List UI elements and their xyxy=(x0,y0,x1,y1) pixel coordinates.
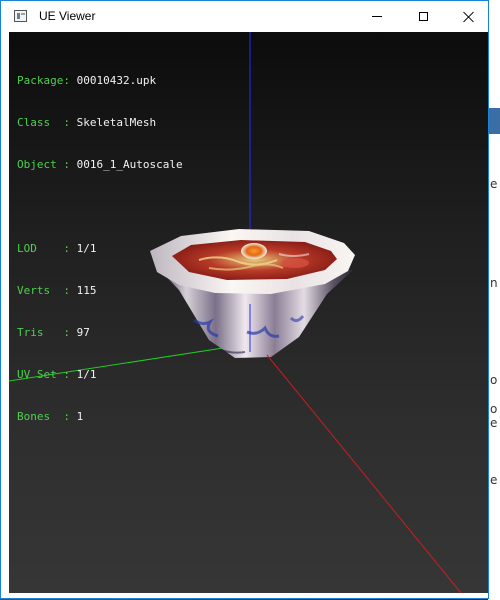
3d-viewport[interactable]: Package: 00010432.upk Class : SkeletalMe… xyxy=(9,32,488,593)
maximize-icon xyxy=(418,12,428,21)
close-button[interactable] xyxy=(446,1,492,32)
minimize-button[interactable] xyxy=(354,1,400,32)
background-text: e xyxy=(490,416,498,430)
info-value: 00010432.upk xyxy=(76,74,157,87)
info-value: 1/1 xyxy=(76,242,97,255)
background-text: n xyxy=(490,276,498,290)
info-label: Bones : xyxy=(17,410,70,423)
background-text: e xyxy=(490,177,498,191)
info-label: Package: xyxy=(17,74,70,87)
window-title: UE Viewer xyxy=(39,9,96,23)
close-icon xyxy=(463,11,475,23)
info-row-uvset: UV Set : 1/1 xyxy=(17,368,183,382)
maximize-button[interactable] xyxy=(400,1,446,32)
info-row-tris: Tris : 97 xyxy=(17,326,183,340)
info-label: LOD : xyxy=(17,242,70,255)
info-label: Tris : xyxy=(17,326,70,339)
x-axis-line xyxy=(266,354,462,593)
info-value: 115 xyxy=(76,284,97,297)
minimize-icon xyxy=(372,16,382,17)
info-value: 0016_1_Autoscale xyxy=(76,158,183,171)
info-value: SkeletalMesh xyxy=(76,116,157,129)
info-row-bones: Bones : 1 xyxy=(17,410,183,424)
info-row-package: Package: 00010432.upk xyxy=(17,74,183,88)
background-text: o xyxy=(490,402,498,416)
info-value: 1 xyxy=(76,410,84,423)
info-label: UV Set : xyxy=(17,368,70,381)
mesh-info-overlay: Package: 00010432.upk Class : SkeletalMe… xyxy=(17,46,183,452)
info-label: Verts : xyxy=(17,284,70,297)
ue-viewer-window: UE Viewer Package: 00010432.upk Class: … xyxy=(0,0,489,599)
info-value: 1/1 xyxy=(76,368,97,381)
info-row-verts: Verts : 115 xyxy=(17,284,183,298)
info-row-object: Object : 0016_1_Autoscale xyxy=(17,158,183,172)
info-label: Class : xyxy=(17,116,70,129)
background-text: o xyxy=(490,373,498,387)
egg-topping xyxy=(241,243,267,259)
background-window-selection xyxy=(488,108,500,134)
background-window xyxy=(488,0,500,600)
background-text: e xyxy=(490,473,498,487)
info-row-class: Class : SkeletalMesh xyxy=(17,116,183,130)
app-window-icon[interactable] xyxy=(14,10,27,22)
info-row-lod: LOD : 1/1 xyxy=(17,242,183,256)
info-label: Object : xyxy=(17,158,70,171)
info-value: 97 xyxy=(76,326,90,339)
title-bar[interactable]: UE Viewer xyxy=(1,1,488,32)
